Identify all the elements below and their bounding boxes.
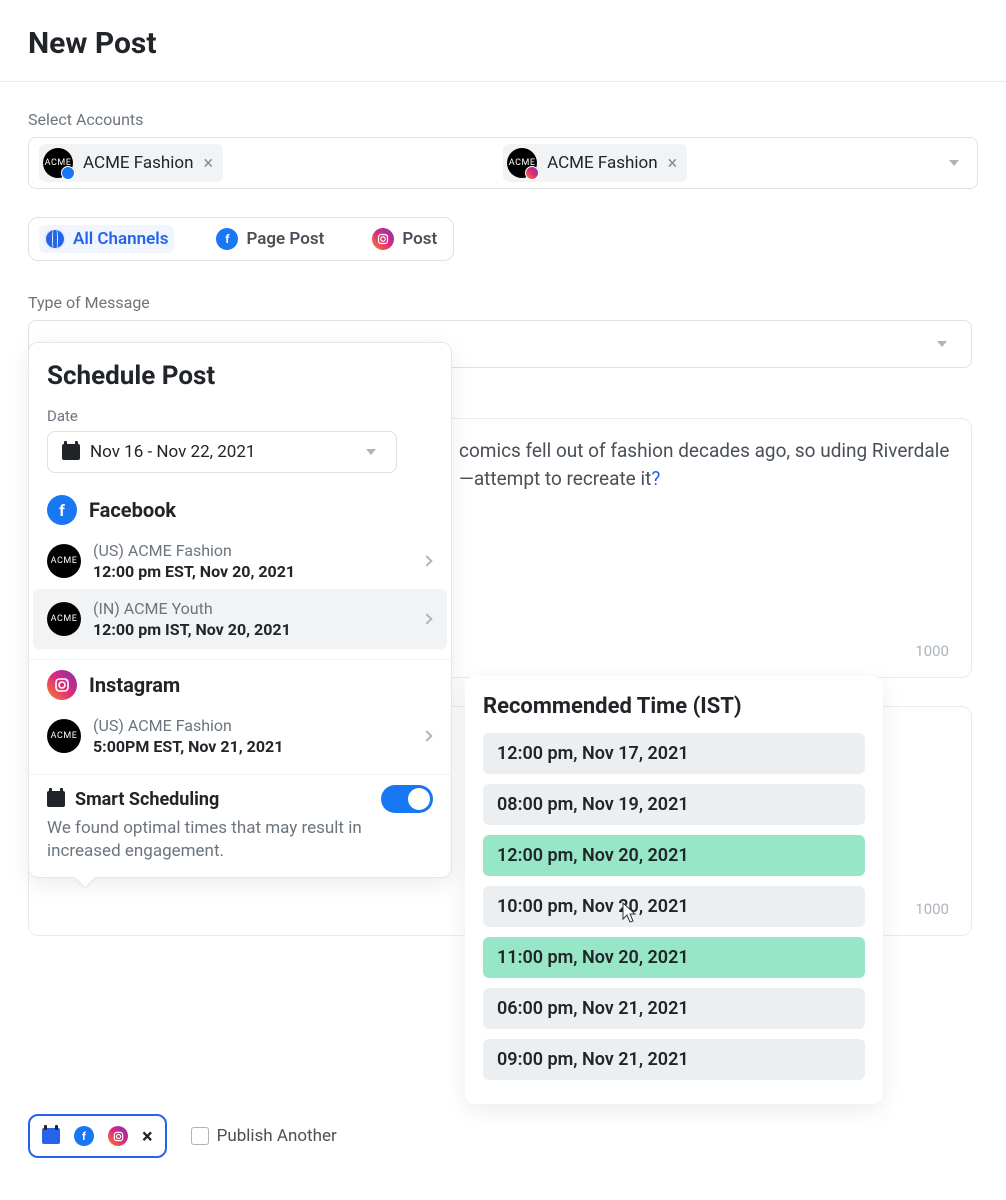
date-range-select[interactable]: Nov 16 - Nov 22, 2021 — [47, 431, 397, 473]
chevron-right-icon — [421, 730, 432, 741]
divider — [29, 774, 451, 775]
tab-label: All Channels — [73, 229, 168, 249]
recommended-slot[interactable]: 08:00 pm, Nov 19, 2021 — [483, 784, 865, 825]
schedule-post-popover: Schedule Post Date Nov 16 - Nov 22, 2021… — [28, 342, 452, 878]
tab-label: Post — [402, 229, 437, 249]
account-chip[interactable]: ACME ACME Fashion × — [503, 144, 687, 182]
message-text: comics fell out of fashion decades ago, … — [459, 439, 949, 490]
recommended-title: Recommended Time (IST) — [483, 694, 869, 719]
schedule-account-row[interactable]: ACME (US) ACME Fashion 12:00 pm EST, Nov… — [47, 533, 433, 589]
tab-label: Page Post — [246, 229, 324, 249]
remove-account-button[interactable]: × — [668, 153, 678, 174]
publish-another-checkbox[interactable]: Publish Another — [191, 1126, 337, 1146]
schedule-account-row[interactable]: ACME (US) ACME Fashion 5:00PM EST, Nov 2… — [47, 708, 433, 764]
publish-another-label: Publish Another — [217, 1126, 337, 1146]
type-of-message-label: Type of Message — [28, 293, 978, 312]
smart-scheduling-toggle[interactable] — [381, 785, 433, 813]
calendar-icon — [62, 444, 80, 460]
recommended-slot[interactable]: 11:00 pm, Nov 20, 2021 — [483, 937, 865, 978]
globe-icon — [45, 229, 65, 249]
char-counter: 1000 — [915, 641, 949, 663]
recommended-slot[interactable]: 06:00 pm, Nov 21, 2021 — [483, 988, 865, 1029]
divider — [29, 659, 451, 660]
tab-all-channels[interactable]: All Channels — [39, 225, 174, 253]
checkbox[interactable] — [191, 1127, 209, 1145]
account-name: ACME Fashion — [547, 153, 658, 173]
chevron-right-icon — [421, 555, 432, 566]
popover-tail — [75, 877, 95, 887]
smart-scheduling-row: Smart Scheduling — [47, 785, 433, 813]
popover-title: Schedule Post — [47, 361, 433, 391]
acme-avatar: ACME — [47, 719, 81, 753]
tab-ig-post[interactable]: Post — [366, 224, 443, 254]
divider — [0, 81, 1006, 82]
chevron-right-icon — [421, 613, 432, 624]
recommended-slot[interactable]: 12:00 pm, Nov 17, 2021 — [483, 733, 865, 774]
date-range-text: Nov 16 - Nov 22, 2021 — [90, 442, 255, 462]
scheduled-time: 5:00PM EST, Nov 21, 2021 — [93, 737, 411, 756]
instagram-icon — [525, 166, 539, 180]
account-chip[interactable]: ACME ACME Fashion × — [39, 144, 223, 182]
acme-avatar: ACME — [47, 602, 81, 636]
schedule-icons-pill[interactable]: f × — [28, 1114, 167, 1158]
select-accounts-label: Select Accounts — [28, 110, 978, 129]
account-name: (IN) ACME Youth — [93, 599, 411, 618]
account-name: (US) ACME Fashion — [93, 541, 411, 560]
smart-scheduling-label: Smart Scheduling — [75, 789, 219, 810]
recommended-slot[interactable]: 09:00 pm, Nov 21, 2021 — [483, 1039, 865, 1080]
account-name: ACME Fashion — [83, 153, 194, 173]
recommended-slot[interactable]: 10:00 pm, Nov 20, 2021 — [483, 886, 865, 927]
chevron-down-icon — [366, 449, 376, 455]
instagram-icon — [372, 228, 394, 250]
chevron-down-icon — [937, 341, 947, 347]
page-title: New Post — [28, 26, 978, 61]
chevron-down-icon[interactable] — [949, 160, 959, 166]
network-label: Instagram — [89, 673, 180, 697]
network-label: Facebook — [89, 498, 176, 522]
facebook-icon — [61, 166, 75, 180]
accounts-selector[interactable]: ACME ACME Fashion × ACME ACME Fashion × — [28, 137, 978, 189]
channel-tabs: All Channels f Page Post Post — [28, 217, 454, 261]
recommended-time-panel: Recommended Time (IST) 12:00 pm, Nov 17,… — [465, 676, 883, 1104]
acme-avatar: ACME — [47, 544, 81, 578]
network-facebook-header: f Facebook — [47, 495, 433, 525]
calendar-icon — [47, 791, 65, 807]
facebook-icon: f — [216, 228, 238, 250]
smart-scheduling-desc: We found optimal times that may result i… — [47, 817, 433, 863]
close-icon[interactable]: × — [142, 1124, 153, 1148]
remove-account-button[interactable]: × — [204, 153, 214, 174]
account-name: (US) ACME Fashion — [93, 716, 411, 735]
facebook-icon: f — [47, 495, 77, 525]
acme-avatar: ACME — [43, 148, 73, 178]
network-instagram-header: Instagram — [47, 670, 433, 700]
message-text-q: ? — [651, 467, 660, 490]
scheduled-time: 12:00 pm IST, Nov 20, 2021 — [93, 620, 411, 639]
instagram-icon — [47, 670, 77, 700]
schedule-account-row[interactable]: ACME (IN) ACME Youth 12:00 pm IST, Nov 2… — [33, 589, 447, 649]
acme-avatar: ACME — [507, 148, 537, 178]
scheduled-time: 12:00 pm EST, Nov 20, 2021 — [93, 562, 411, 581]
char-counter: 1000 — [915, 899, 949, 921]
calendar-icon — [42, 1128, 60, 1144]
tab-page-post[interactable]: f Page Post — [210, 224, 330, 254]
instagram-icon — [108, 1126, 128, 1146]
facebook-icon: f — [74, 1126, 94, 1146]
date-label: Date — [47, 407, 433, 425]
recommended-slot[interactable]: 12:00 pm, Nov 20, 2021 — [483, 835, 865, 876]
